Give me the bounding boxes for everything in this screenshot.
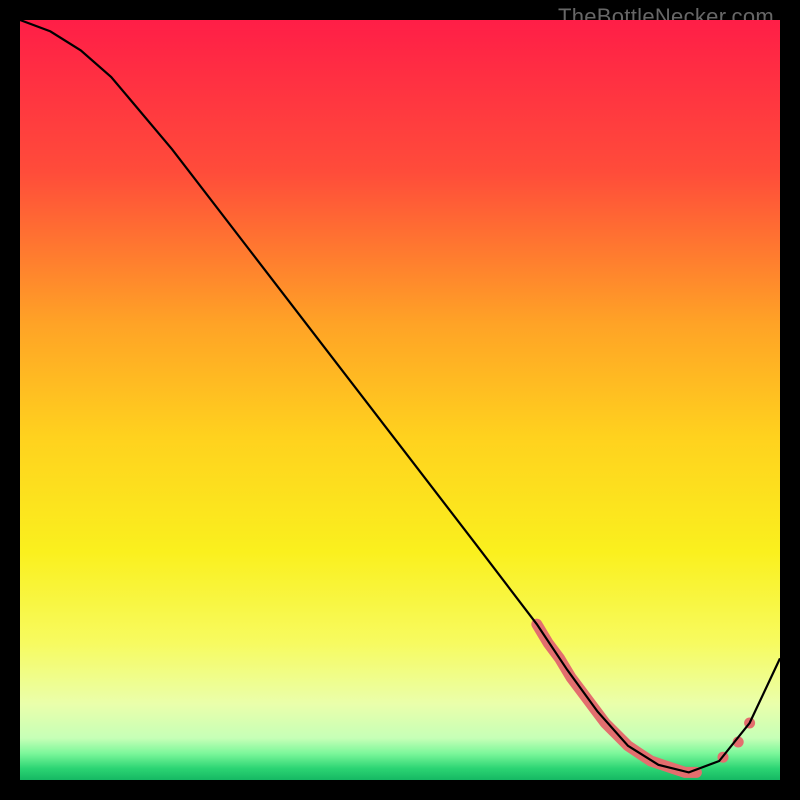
chart-stage: TheBottleNecker.com <box>0 0 800 800</box>
chart-svg <box>20 20 780 780</box>
gradient-rect <box>20 20 780 780</box>
